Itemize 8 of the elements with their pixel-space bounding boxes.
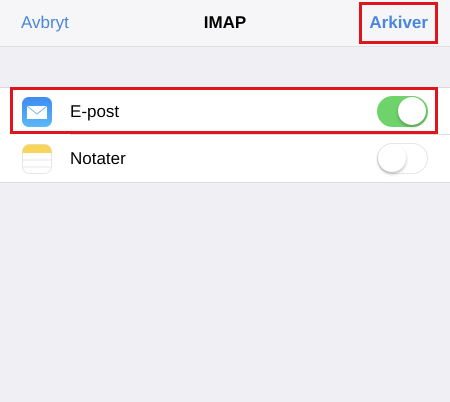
row-label: E-post xyxy=(70,102,120,122)
window-title: IMAP xyxy=(204,13,246,33)
toggle-switch[interactable] xyxy=(377,96,428,127)
row-label: Notater xyxy=(70,148,127,168)
save-button[interactable]: Arkiver xyxy=(359,2,438,44)
cancel-button[interactable]: Avbryt xyxy=(12,3,78,43)
notepad-icon xyxy=(22,144,52,174)
envelope-icon xyxy=(22,96,52,126)
